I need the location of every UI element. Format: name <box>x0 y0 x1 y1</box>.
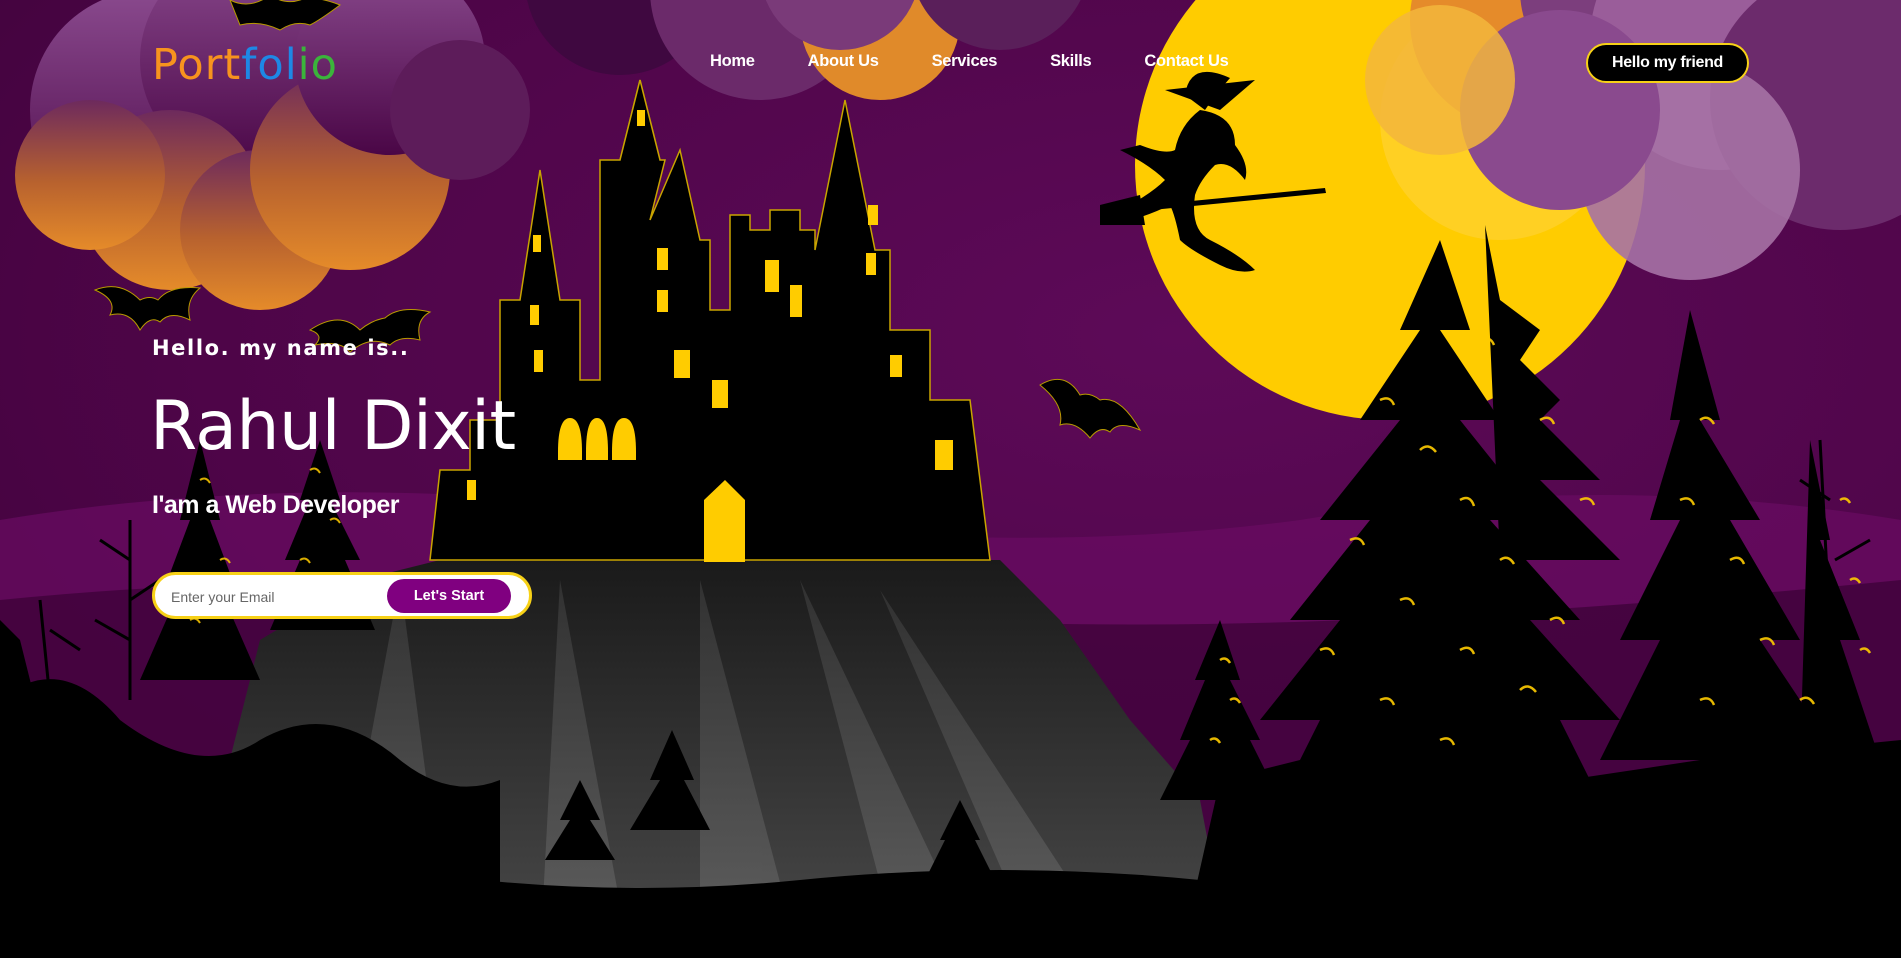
logo-part-3: io <box>297 40 338 90</box>
logo-part-1: Port <box>152 40 242 90</box>
nav-home[interactable]: Home <box>710 52 755 71</box>
hello-friend-button[interactable]: Hello my friend <box>1586 43 1749 83</box>
nav-about-us[interactable]: About Us <box>808 52 879 71</box>
hero-name: Rahul Dixit <box>150 387 516 466</box>
main-nav: Home About Us Services Skills Contact Us <box>710 52 1282 71</box>
site-logo[interactable]: Portfolio <box>152 36 338 94</box>
nav-contact-us[interactable]: Contact Us <box>1144 52 1228 71</box>
lets-start-button[interactable]: Let's Start <box>387 579 511 613</box>
nav-services[interactable]: Services <box>932 52 998 71</box>
hero-role: I'am a Web Developer <box>152 491 399 519</box>
nav-skills[interactable]: Skills <box>1050 52 1092 71</box>
halloween-background <box>0 0 1901 958</box>
email-subscribe-form: Let's Start <box>152 572 532 619</box>
email-input[interactable] <box>169 584 373 610</box>
logo-part-2: fol <box>241 40 298 90</box>
hero-page: Portfolio Home About Us Services Skills … <box>0 0 1901 958</box>
hero-greeting: Hello. my name is.. <box>152 336 410 360</box>
